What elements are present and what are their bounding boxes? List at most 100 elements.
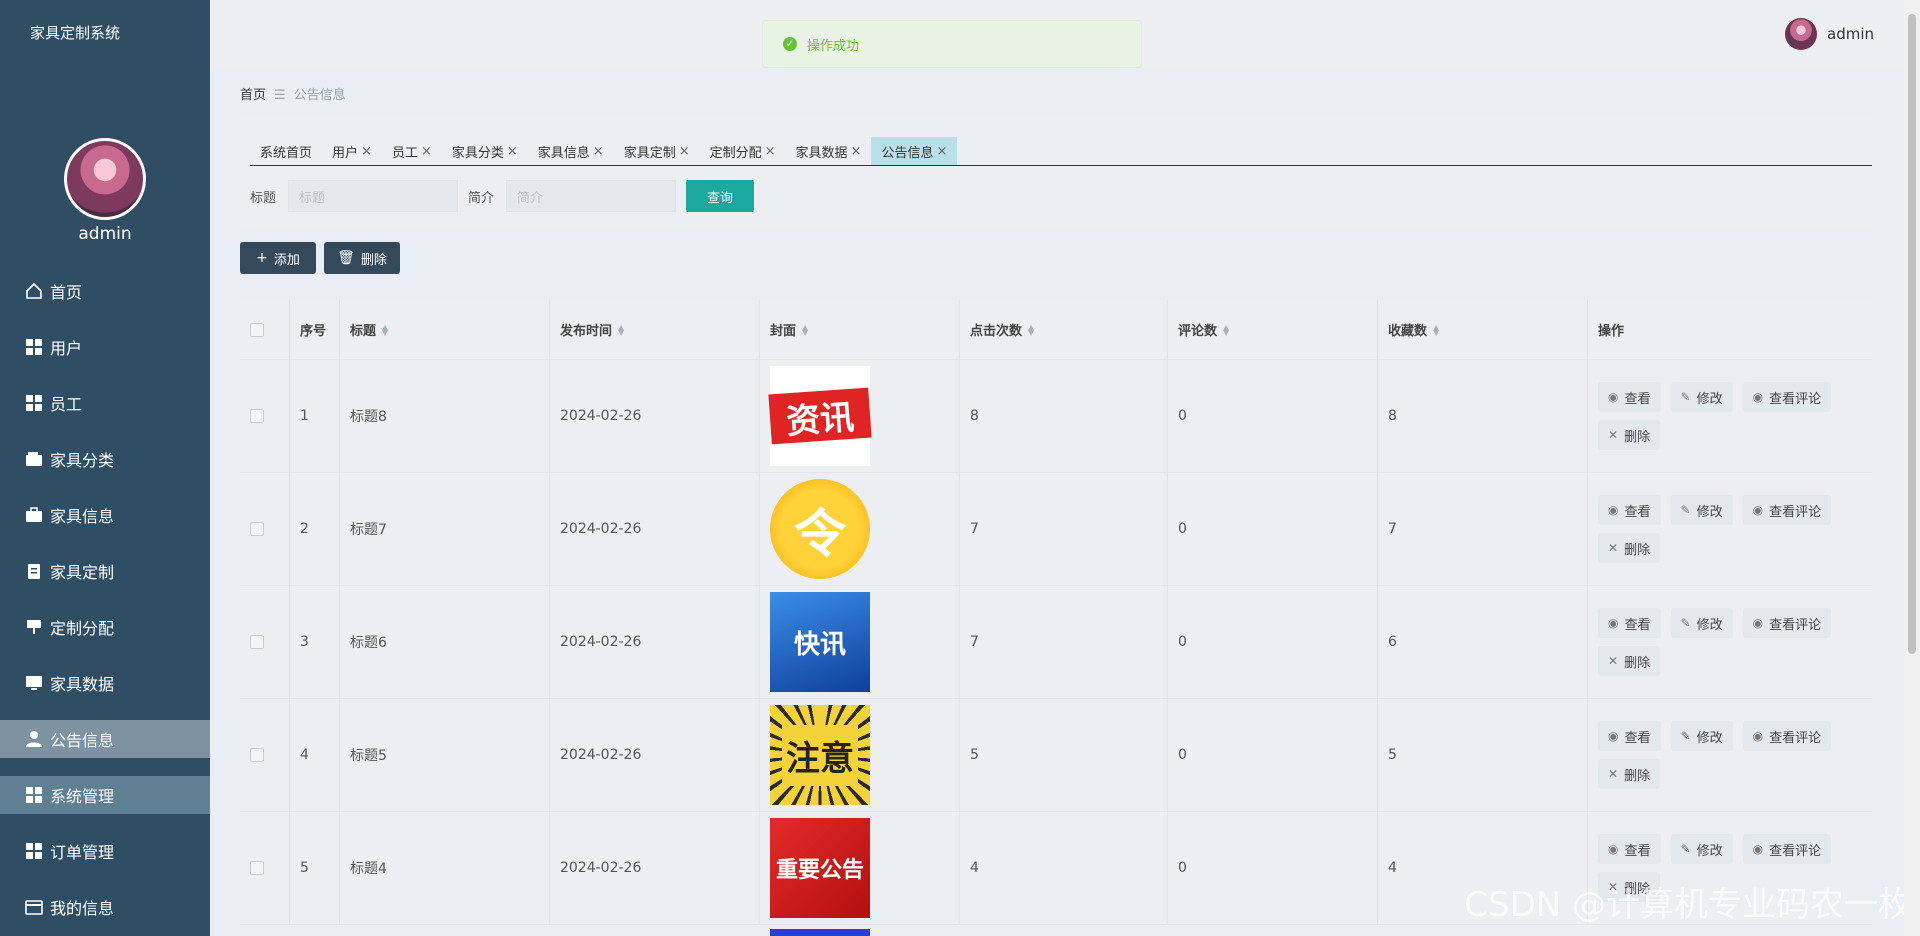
view-button[interactable]: ◉ 查看 — [1598, 721, 1661, 751]
row-delete-button[interactable]: ✕ 删除 — [1598, 646, 1661, 676]
close-icon[interactable]: × — [679, 144, 690, 159]
tab-users[interactable]: 用户 × — [322, 137, 382, 165]
avatar[interactable] — [64, 138, 146, 220]
sidebar-item-orders[interactable]: 订单管理 — [0, 832, 210, 870]
view-comments-button[interactable]: ◉ 查看评论 — [1742, 721, 1832, 751]
cover-image[interactable]: 资讯 — [768, 366, 872, 466]
user-menu[interactable]: admin — [1785, 18, 1874, 50]
row-title: 标题7 — [340, 473, 550, 585]
close-icon[interactable]: × — [593, 144, 604, 159]
sidebar-item-assignment[interactable]: 定制分配 — [0, 608, 210, 646]
scrollbar-thumb[interactable] — [1908, 14, 1916, 654]
tab-staff[interactable]: 员工 × — [382, 137, 442, 165]
edit-button[interactable]: ✎ 修改 — [1670, 834, 1733, 864]
view-comments-button[interactable]: ◉ 查看评论 — [1742, 382, 1832, 412]
sort-icon[interactable]: ▲ ▼ — [382, 323, 388, 336]
sidebar-item-users[interactable]: 用户 — [0, 328, 210, 366]
sidebar-item-home[interactable]: 首页 — [0, 272, 210, 310]
view-comments-button[interactable]: ◉ 查看评论 — [1742, 608, 1832, 638]
view-button[interactable]: ◉ 查看 — [1598, 834, 1661, 864]
close-icon[interactable]: × — [361, 144, 372, 159]
row-clicks: 7 — [960, 586, 1168, 698]
tab-customization[interactable]: 家具定制 × — [614, 137, 700, 165]
header-comments[interactable]: 评论数 ▲ ▼ — [1168, 300, 1378, 359]
tab-home[interactable]: 系统首页 — [250, 137, 322, 165]
tab-notice[interactable]: 公告信息 × — [871, 137, 958, 165]
sidebar-item-customization[interactable]: 家具定制 — [0, 552, 210, 590]
title-input[interactable]: 标题 — [288, 180, 459, 212]
row-checkbox[interactable] — [250, 635, 264, 649]
cover-image[interactable]: 令 — [770, 479, 870, 579]
sort-icon[interactable]: ▲ ▼ — [802, 323, 808, 336]
view-comments-button[interactable]: ◉ 查看评论 — [1742, 834, 1832, 864]
sidebar-item-notice[interactable]: 公告信息 — [0, 720, 210, 758]
select-all-checkbox[interactable] — [250, 322, 264, 337]
op-label: 删除 — [1624, 429, 1651, 445]
sidebar-item-system[interactable]: 系统管理 — [0, 776, 210, 814]
row-comments: 0 — [1168, 699, 1378, 811]
row-delete-button[interactable]: ✕ 删除 — [1598, 533, 1661, 563]
eye-icon: ◉ — [1608, 390, 1619, 404]
row-checkbox[interactable] — [250, 409, 264, 423]
header-cover[interactable]: 封面 ▲ ▼ — [760, 300, 960, 359]
op-label: 修改 — [1696, 391, 1723, 407]
tab-assignment[interactable]: 定制分配 × — [700, 137, 786, 165]
breadcrumb-home[interactable]: 首页 — [240, 88, 266, 103]
header-title[interactable]: 标题 ▲ ▼ — [340, 300, 550, 359]
view-button[interactable]: ◉ 查看 — [1598, 608, 1661, 638]
edit-button[interactable]: ✎ 修改 — [1670, 608, 1733, 638]
sort-icon[interactable]: ▲ ▼ — [618, 323, 624, 336]
row-checkbox[interactable] — [250, 748, 264, 762]
row-title: 标题6 — [340, 586, 550, 698]
edit-button[interactable]: ✎ 修改 — [1670, 721, 1733, 751]
sort-icon[interactable]: ▲ ▼ — [1028, 323, 1034, 336]
cover-image[interactable]: 快讯 — [770, 592, 870, 692]
row-clicks: 7 — [960, 473, 1168, 585]
header-favorites[interactable]: 收藏数 ▲ ▼ — [1378, 300, 1588, 359]
close-icon[interactable]: × — [936, 144, 947, 159]
tab-furniture-category[interactable]: 家具分类 × — [442, 137, 528, 165]
sidebar-item-furniture-data[interactable]: 家具数据 — [0, 664, 210, 702]
tab-furniture-data[interactable]: 家具数据 × — [786, 137, 872, 165]
cover-image[interactable]: 注意 — [770, 705, 870, 805]
add-button[interactable]: + 添加 — [240, 242, 316, 274]
view-comments-button[interactable]: ◉ 查看评论 — [1742, 495, 1832, 525]
sidebar-item-furniture-info[interactable]: 家具信息 — [0, 496, 210, 534]
sidebar-item-staff[interactable]: 员工 — [0, 384, 210, 422]
row-select-cell — [240, 586, 290, 698]
close-icon[interactable]: × — [507, 144, 518, 159]
row-delete-button[interactable]: ✕ 删除 — [1598, 759, 1661, 789]
close-icon[interactable]: × — [765, 144, 776, 159]
scrollbar[interactable] — [1904, 0, 1920, 936]
close-icon[interactable]: × — [851, 144, 862, 159]
delete-button[interactable]: 🗑 删除 — [324, 242, 400, 274]
tab-furniture-info[interactable]: 家具信息 × — [528, 137, 614, 165]
row-checkbox[interactable] — [250, 522, 264, 536]
sort-icon[interactable]: ▲ ▼ — [1223, 323, 1229, 336]
header-clicks[interactable]: 点击次数 ▲ ▼ — [960, 300, 1168, 359]
query-button[interactable]: 查询 — [686, 180, 755, 212]
sidebar-item-label: 首页 — [50, 283, 83, 302]
op-label: 查看评论 — [1769, 617, 1822, 633]
view-button[interactable]: ◉ 查看 — [1598, 382, 1661, 412]
view-button[interactable]: ◉ 查看 — [1598, 495, 1661, 525]
summary-input[interactable]: 简介 — [506, 180, 677, 212]
cover-image[interactable]: 重要公告 — [770, 818, 870, 918]
row-checkbox[interactable] — [250, 861, 264, 875]
sidebar-item-label: 我的信息 — [50, 899, 115, 918]
close-icon: ✕ — [1608, 654, 1619, 668]
close-icon[interactable]: × — [421, 144, 432, 159]
select-all-cell — [240, 300, 290, 359]
check-circle-icon: ✓ — [783, 37, 797, 51]
edit-button[interactable]: ✎ 修改 — [1670, 495, 1733, 525]
sidebar-item-profile[interactable]: 我的信息 — [0, 888, 210, 926]
header-date[interactable]: 发布时间 ▲ ▼ — [550, 300, 760, 359]
sidebar-item-label: 家具分类 — [50, 451, 115, 470]
op-label: 删除 — [1624, 542, 1651, 558]
op-label: 查看评论 — [1769, 843, 1822, 859]
sort-icon[interactable]: ▲ ▼ — [1433, 323, 1439, 336]
edit-button[interactable]: ✎ 修改 — [1670, 382, 1733, 412]
sidebar-item-furniture-category[interactable]: 家具分类 — [0, 440, 210, 478]
op-label: 查看评论 — [1769, 730, 1822, 746]
row-delete-button[interactable]: ✕ 删除 — [1598, 420, 1661, 450]
